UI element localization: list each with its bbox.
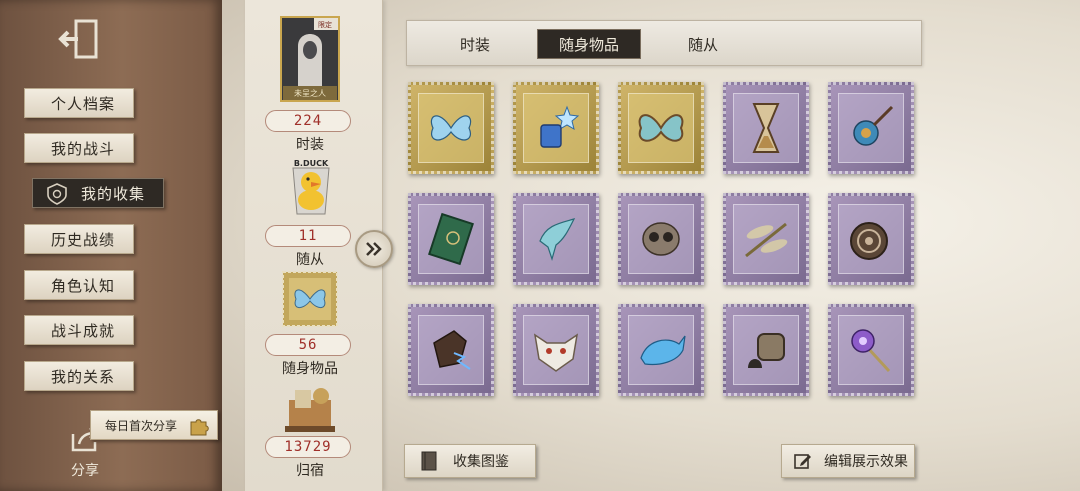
sidebar-item-battles[interactable]: 我的战斗 xyxy=(24,133,134,163)
whale-icon xyxy=(640,335,686,366)
sidebar-item-label: 战斗成就 xyxy=(51,321,116,340)
sidebar-item-profile[interactable]: 个人档案 xyxy=(24,88,134,118)
butterfly-stamp-image[interactable] xyxy=(282,271,338,327)
star-lantern-icon xyxy=(540,105,580,148)
sidebar-item-history[interactable]: 历史战绩 xyxy=(24,224,134,254)
dragonfly-icon xyxy=(745,222,788,258)
sidebar-item-relations[interactable]: 我的关系 xyxy=(24,361,134,391)
moth-icon xyxy=(638,114,684,142)
daily-share-label: 每日首次分享 xyxy=(105,418,178,433)
pet-count: 11 xyxy=(265,225,351,247)
edit-pencil-icon xyxy=(794,454,811,469)
item-ice-bird[interactable] xyxy=(513,193,599,285)
shield-badge-icon xyxy=(47,183,67,205)
book-icon xyxy=(421,451,437,471)
tab-accessories[interactable]: 随身物品 xyxy=(537,29,641,59)
item-amethyst-mace[interactable] xyxy=(828,304,914,396)
daily-share-tag[interactable]: 每日首次分享 xyxy=(90,410,218,440)
sidebar-item-character[interactable]: 角色认知 xyxy=(24,270,134,300)
edit-display-label: 编辑展示效果 xyxy=(824,454,908,470)
book-icon xyxy=(428,212,474,266)
bell-icon xyxy=(748,333,785,368)
sidebar-item-label: 个人档案 xyxy=(51,94,116,113)
butterfly-icon xyxy=(430,115,472,141)
sidebar: 个人档案 我的战斗 我的收集 历史战绩 角色认知 战斗成就 我的关系 分享 每日… xyxy=(0,0,222,491)
home-count: 13729 xyxy=(265,436,351,458)
item-owl-cage[interactable] xyxy=(618,193,704,285)
item-dragonfly[interactable] xyxy=(723,193,809,285)
duck-pet-image[interactable]: B.DUCK xyxy=(281,156,341,216)
owl-icon xyxy=(642,222,680,256)
item-sand-hourglass[interactable] xyxy=(723,82,809,174)
sidebar-item-collection[interactable]: 我的收集 xyxy=(32,178,164,208)
item-green-book[interactable] xyxy=(408,193,494,285)
share-label: 分享 xyxy=(71,463,99,479)
item-shell-staff[interactable] xyxy=(828,82,914,174)
sidebar-item-label: 我的关系 xyxy=(51,367,116,386)
costume-count: 224 xyxy=(265,110,351,132)
hourglass-icon xyxy=(752,103,780,153)
double-chevron-right-icon xyxy=(366,242,382,256)
sidebar-item-label: 我的战斗 xyxy=(51,139,116,158)
item-lightning-glove[interactable] xyxy=(408,304,494,396)
costume-portrait[interactable]: 限定 未呈之人 xyxy=(280,16,340,102)
item-fox-mask[interactable] xyxy=(513,304,599,396)
item-spiral-shield[interactable] xyxy=(828,193,914,285)
glove-icon xyxy=(433,330,471,370)
item-whale-wand[interactable] xyxy=(618,304,704,396)
sidebar-item-label: 我的收集 xyxy=(81,184,146,203)
item-star-lantern[interactable] xyxy=(513,82,599,174)
mask-icon xyxy=(533,333,579,372)
duck-caption: B.DUCK xyxy=(294,159,329,168)
exit-button[interactable] xyxy=(56,16,104,62)
home-label: 归宿 xyxy=(296,463,324,479)
mace-icon xyxy=(851,329,891,373)
item-bell-cage[interactable] xyxy=(723,304,809,396)
item-grid xyxy=(408,82,916,398)
costume-label: 时装 xyxy=(296,137,324,153)
sidebar-item-achievements[interactable]: 战斗成就 xyxy=(24,315,134,345)
tab-costume[interactable]: 时装 xyxy=(429,29,521,59)
puzzle-piece-icon xyxy=(190,419,209,436)
bird-icon xyxy=(539,218,576,262)
home-decor-image[interactable] xyxy=(281,382,339,434)
item-moth-wings[interactable] xyxy=(618,82,704,174)
shell-staff-icon xyxy=(853,105,894,146)
sidebar-item-label: 历史战绩 xyxy=(51,230,116,249)
limited-badge: 限定 xyxy=(318,20,332,29)
category-tabs: 时装 随身物品 随从 xyxy=(406,20,922,66)
edit-display-button[interactable]: 编辑展示效果 xyxy=(781,444,915,478)
collection-guide-label: 收集图鉴 xyxy=(453,454,509,470)
costume-caption: 未呈之人 xyxy=(294,88,326,98)
tab-pets[interactable]: 随从 xyxy=(657,29,749,59)
expand-button[interactable] xyxy=(355,230,393,268)
sidebar-item-label: 角色认知 xyxy=(51,276,116,295)
collection-guide-button[interactable]: 收集图鉴 xyxy=(404,444,536,478)
accessory-count: 56 xyxy=(265,334,351,356)
exit-door-icon xyxy=(58,19,98,59)
item-blue-butterfly[interactable] xyxy=(408,82,494,174)
accessory-label: 随身物品 xyxy=(282,361,338,377)
spiral-icon xyxy=(850,222,888,260)
